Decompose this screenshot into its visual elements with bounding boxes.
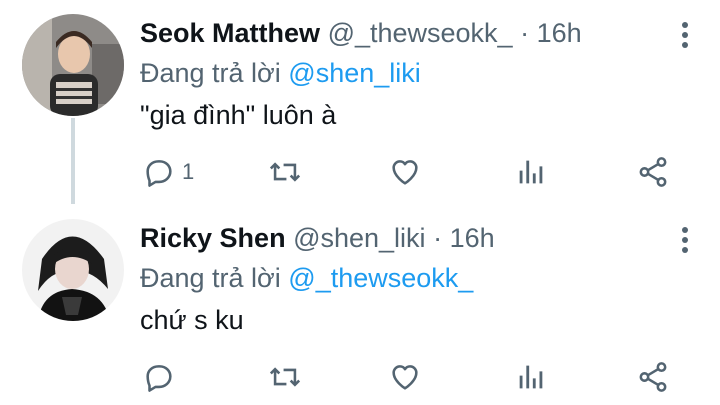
reply-icon [146,365,172,392]
reply-button[interactable] [142,359,182,395]
analytics-icon [519,160,543,184]
display-name[interactable]: Ricky Shen [140,223,286,253]
replying-to: Đang trả lời @shen_liki [140,56,421,90]
like-icon [392,160,418,185]
retweet-icon [269,367,301,387]
like-button[interactable] [388,154,422,190]
thread-line [71,118,75,204]
analytics-button[interactable] [514,359,548,395]
retweet-icon [269,162,301,182]
more-icon[interactable] [680,22,690,48]
like-icon [392,365,418,390]
retweet-button[interactable] [268,154,302,190]
retweet-button[interactable] [268,359,302,395]
share-icon [639,157,667,187]
more-icon[interactable] [680,227,690,253]
analytics-button[interactable] [514,154,548,190]
avatar[interactable] [22,14,124,116]
replying-to: Đang trả lời @_thewseokk_ [140,261,473,295]
tweet-text: "gia đình" luôn à [140,100,337,130]
user-handle[interactable]: @_thewseokk_ [328,18,513,48]
mention-link[interactable]: @shen_liki [288,58,420,88]
replying-prefix: Đang trả lời [140,263,281,293]
user-handle[interactable]: @shen_liki [293,223,425,253]
timestamp[interactable]: 16h [537,18,582,48]
reply-count: 1 [182,159,195,184]
action-bar: 1 [140,154,680,190]
reply-button[interactable]: 1 [142,154,194,190]
replying-prefix: Đang trả lời [140,58,281,88]
mention-link[interactable]: @_thewseokk_ [288,263,473,293]
share-icon [639,362,667,392]
tweet-text: chứ s ku [140,305,244,335]
avatar[interactable] [22,219,124,321]
tweet[interactable]: Ricky Shen @shen_liki · 16h Đang trả lời… [0,205,720,405]
display-name[interactable]: Seok Matthew [140,18,320,48]
separator-dot: · [433,223,443,253]
reply-icon [146,160,172,187]
tweet-header: Seok Matthew @_thewseokk_ · 16h [140,16,582,50]
tweet[interactable]: Seok Matthew @_thewseokk_ · 16h Đang trả… [0,0,720,204]
share-button[interactable] [636,154,670,190]
analytics-icon [519,365,543,389]
timestamp[interactable]: 16h [450,223,495,253]
share-button[interactable] [636,359,670,395]
like-button[interactable] [388,359,422,395]
tweet-header: Ricky Shen @shen_liki · 16h [140,221,495,255]
separator-dot: · [520,18,530,48]
action-bar [140,359,680,395]
